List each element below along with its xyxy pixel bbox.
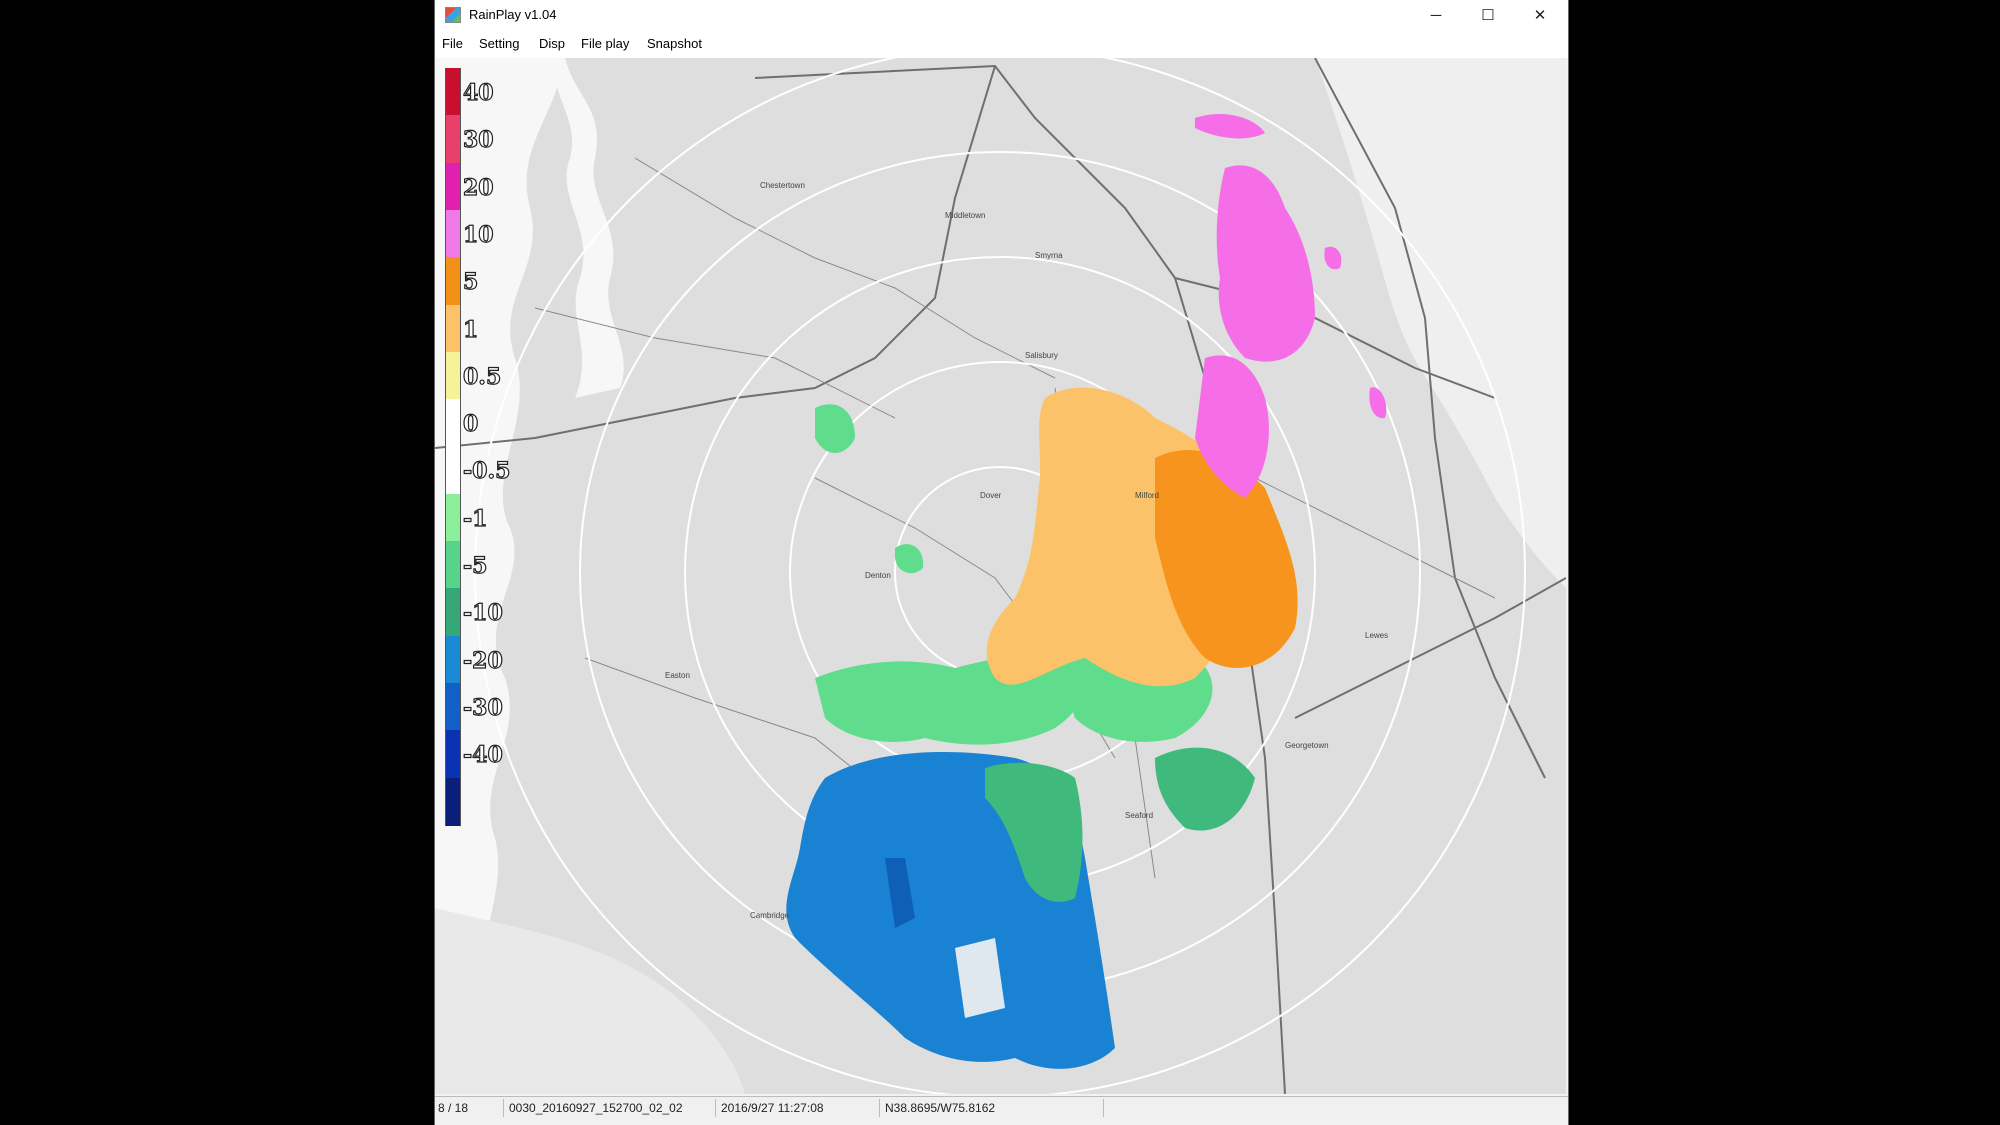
- legend-swatch: [445, 399, 461, 448]
- legend-swatch: [445, 588, 461, 637]
- legend-label: -40: [462, 742, 503, 769]
- town-label: Easton: [665, 671, 690, 680]
- legend-swatch: [445, 730, 461, 779]
- town-label: Middletown: [945, 211, 985, 220]
- legend-swatch: [445, 493, 461, 542]
- town-label: Salisbury: [1025, 351, 1058, 360]
- legend-label: 40: [462, 79, 494, 106]
- legend-swatch: [445, 68, 461, 117]
- legend-label: 0.5: [462, 363, 502, 390]
- close-button[interactable]: ✕: [1514, 0, 1566, 30]
- town-label: Denton: [865, 571, 891, 580]
- legend-label: -30: [462, 694, 503, 721]
- legend-swatch: [445, 351, 461, 401]
- legend-swatch: [445, 777, 461, 826]
- ocean-water: [1315, 58, 1566, 588]
- legend-swatch: [445, 541, 461, 590]
- status-divider: [715, 1099, 716, 1117]
- status-divider: [1103, 1099, 1104, 1117]
- menu-file[interactable]: File: [442, 36, 463, 51]
- legend-label: 5: [462, 269, 479, 296]
- title-bar[interactable]: RainPlay v1.04 ─ ☐ ✕: [435, 0, 1568, 30]
- radar-map-canvas: Chestertown Dover Milford Salisbury Camb…: [435, 58, 1566, 1094]
- legend-swatch: [445, 209, 461, 259]
- town-label: Georgetown: [1285, 741, 1329, 750]
- menu-setting[interactable]: Setting: [479, 36, 519, 51]
- legend-swatch: [445, 257, 461, 306]
- town-label: Chestertown: [760, 181, 805, 190]
- legend-label: -1: [462, 505, 488, 532]
- minimize-button[interactable]: ─: [1410, 0, 1462, 30]
- legend-label: -5: [462, 552, 488, 579]
- legend-label: 10: [462, 221, 494, 248]
- legend-swatch: [445, 446, 461, 495]
- legend-swatch: [445, 115, 461, 164]
- legend-label: -0.5: [462, 458, 511, 485]
- legend-swatch: [445, 635, 461, 684]
- maximize-button[interactable]: ☐: [1462, 0, 1514, 30]
- legend-swatch: [445, 304, 461, 353]
- legend-label: 1: [462, 316, 479, 343]
- river-water: [554, 58, 624, 398]
- app-icon: [445, 7, 461, 23]
- legend-swatch: [445, 682, 461, 732]
- coordinates: N38.8695/W75.8162: [885, 1101, 996, 1115]
- app-window: RainPlay v1.04 ─ ☐ ✕ File Setting Disp F…: [434, 0, 1569, 1125]
- legend-label: 0: [462, 410, 479, 438]
- menu-snapshot[interactable]: Snapshot: [647, 36, 702, 51]
- menu-file-play[interactable]: File play: [581, 36, 629, 51]
- legend-label: 20: [462, 174, 494, 201]
- menu-disp[interactable]: Disp: [539, 36, 565, 51]
- status-divider: [503, 1099, 504, 1117]
- frame-counter: 8 / 18: [438, 1101, 469, 1115]
- window-title: RainPlay v1.04: [469, 7, 557, 22]
- status-bar: 8 / 18 0030_20160927_152700_02_02 2016/9…: [435, 1096, 1568, 1119]
- precip-orange: [986, 355, 1298, 687]
- radar-map[interactable]: Chestertown Dover Milford Salisbury Camb…: [435, 58, 1566, 1094]
- color-legend: 40 30 20 10 5 1 0.5 0 -0.5 -1 -5 -10 -20 -30 -40: [445, 68, 515, 828]
- legend-label: -10: [462, 600, 503, 627]
- legend-label: -20: [462, 647, 503, 674]
- town-label: Seaford: [1125, 811, 1153, 820]
- legend-label: 30: [462, 127, 494, 154]
- status-divider: [879, 1099, 880, 1117]
- town-label: Lewes: [1365, 631, 1388, 640]
- town-label: Dover: [980, 491, 1002, 500]
- menu-bar: File Setting Disp File play Snapshot: [435, 30, 1568, 58]
- town-label: Smyrna: [1035, 251, 1063, 260]
- datetime: 2016/9/27 11:27:08: [721, 1101, 824, 1115]
- file-name: 0030_20160927_152700_02_02: [509, 1101, 683, 1115]
- legend-swatch: [445, 162, 461, 211]
- town-label: Cambridge: [750, 911, 790, 920]
- town-label: Milford: [1135, 491, 1159, 500]
